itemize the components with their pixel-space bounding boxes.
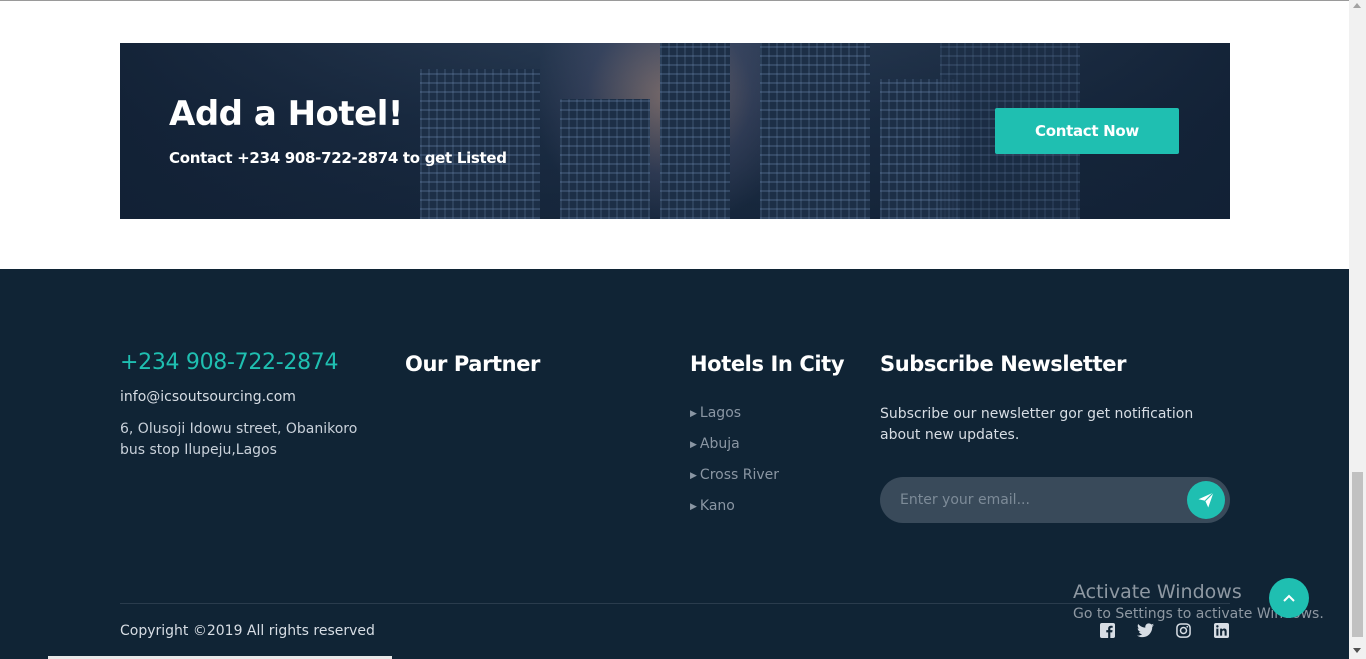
social-links [1098,621,1230,639]
banner-building [560,99,650,219]
banner-subtitle: Contact +234 908-722-2874 to get Listed [169,149,507,167]
newsletter-description: Subscribe our newsletter gor get notific… [880,406,1194,443]
footer-address: 6, Olusoji Idowu street, Obanikoro bus s… [120,421,358,458]
site-footer: +234 908-722-2874 info@icsoutsourcing.co… [0,269,1349,659]
scroll-down-arrow-icon[interactable] [1353,648,1361,653]
activate-windows-title: Activate Windows [1073,581,1242,603]
city-label: Kano [699,498,735,514]
instagram-icon[interactable] [1174,621,1192,639]
city-link-lagos[interactable]: ▶ Lagos [690,405,779,436]
scroll-up-arrow-icon[interactable] [1353,3,1361,8]
footer-email[interactable]: info@icsoutsourcing.com [120,389,296,405]
footer-phone[interactable]: +234 908-722-2874 [120,350,338,375]
partner-heading: Our Partner [405,352,541,376]
scroll-to-top-button[interactable] [1269,578,1309,618]
paper-plane-icon [1198,492,1214,508]
newsletter-email-input[interactable] [900,477,1180,523]
twitter-icon[interactable] [1136,621,1154,639]
caret-right-icon: ▶ [690,440,697,450]
linkedin-icon[interactable] [1212,621,1230,639]
banner-title: Add a Hotel! [169,94,403,134]
city-list: ▶ Lagos ▶ Abuja ▶ Cross River ▶ Kano [690,405,779,529]
top-border [0,0,1349,1]
scrollbar-thumb[interactable] [1352,472,1363,637]
city-link-cross-river[interactable]: ▶ Cross River [690,467,779,498]
newsletter-form [880,477,1230,523]
footer-divider [120,603,1230,604]
banner-building [660,43,730,219]
facebook-icon[interactable] [1098,621,1116,639]
copyright-text: Copyright ©2019 All rights reserved [120,623,375,639]
city-label: Lagos [699,405,742,421]
caret-right-icon: ▶ [690,471,697,481]
city-label: Abuja [699,436,740,452]
add-hotel-banner: Add a Hotel! Contact +234 908-722-2874 t… [120,43,1230,219]
newsletter-heading: Subscribe Newsletter [880,352,1127,376]
city-link-abuja[interactable]: ▶ Abuja [690,436,779,467]
banner-building [420,69,540,219]
chevron-up-icon [1283,594,1295,602]
city-link-kano[interactable]: ▶ Kano [690,498,779,529]
contact-now-button[interactable]: Contact Now [995,108,1179,154]
caret-right-icon: ▶ [690,502,697,512]
newsletter-submit-button[interactable] [1187,481,1225,519]
cities-heading: Hotels In City [690,352,845,376]
banner-building [760,43,870,219]
caret-right-icon: ▶ [690,409,697,419]
city-label: Cross River [699,467,780,483]
